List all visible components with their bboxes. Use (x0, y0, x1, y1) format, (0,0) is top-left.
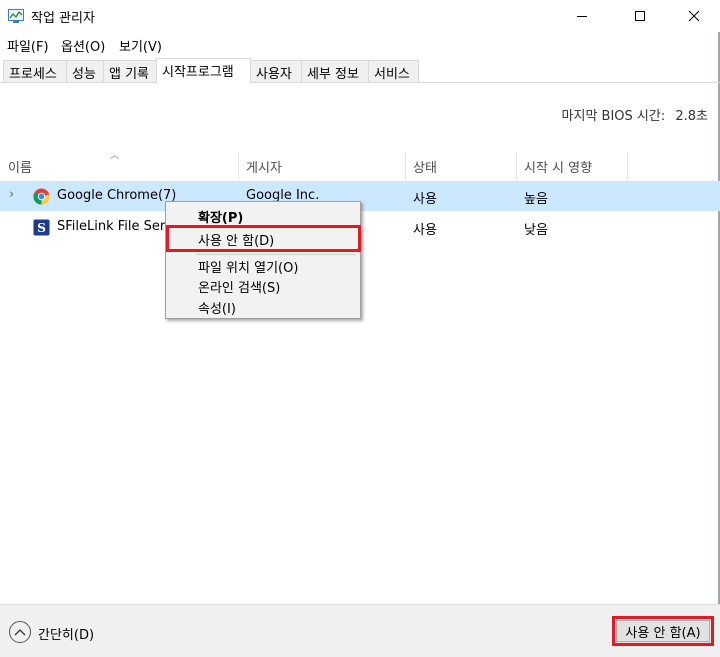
tab-app-history[interactable]: 앱 기록 (103, 60, 157, 82)
chrome-icon (33, 188, 50, 205)
column-name[interactable]: 이름 (8, 157, 32, 176)
chevron-up-icon[interactable] (9, 621, 31, 643)
window-title: 작업 관리자 (31, 11, 95, 26)
menu-options[interactable]: 옵션(O) (61, 36, 105, 55)
column-divider[interactable] (405, 152, 406, 180)
maximize-icon (635, 11, 645, 21)
menu-view[interactable]: 보기(V) (119, 36, 162, 55)
app-name: Google Chrome(7) (57, 188, 177, 203)
context-menu-expand[interactable]: 확장(P) (198, 207, 243, 226)
svg-text:S: S (37, 220, 46, 235)
context-menu-separator (196, 254, 356, 255)
context-menu: 확장(P) 사용 안 함(D) 파일 위치 열기(O) 온라인 검색(S) 속성… (165, 201, 361, 319)
minimize-icon (577, 16, 587, 17)
app-status: 사용 (413, 223, 437, 238)
app-status: 사용 (413, 192, 437, 207)
column-divider[interactable] (516, 152, 517, 180)
tab-bar: 프로세스 성능 앱 기록 시작프로그램 사용자 세부 정보 서비스 (0, 58, 720, 83)
context-menu-open-file-location[interactable]: 파일 위치 열기(O) (198, 257, 298, 276)
disable-button-highlight: 사용 안 함(A) (612, 616, 714, 646)
context-menu-search-online[interactable]: 온라인 검색(S) (198, 277, 280, 296)
fewer-details-link[interactable]: 간단히(D) (38, 624, 94, 643)
sfilelink-icon: S (33, 219, 50, 236)
tab-users[interactable]: 사용자 (250, 60, 302, 82)
tab-startup[interactable]: 시작프로그램 (156, 58, 251, 83)
sort-ascending-icon: ︿ (110, 151, 120, 161)
bios-time-value: 2.8초 (675, 109, 708, 124)
column-publisher[interactable]: 게시자 (246, 157, 282, 176)
expand-chevron-icon[interactable]: › (9, 187, 14, 202)
bios-time-label: 마지막 BIOS 시간: (561, 109, 666, 124)
task-manager-icon (8, 9, 24, 23)
title-bar: 작업 관리자 (0, 0, 720, 32)
tab-processes[interactable]: 프로세스 (3, 60, 67, 82)
bios-time: 마지막 BIOS 시간: 2.8초 (562, 105, 708, 124)
app-impact: 높음 (524, 192, 548, 207)
close-button[interactable] (671, 0, 717, 32)
column-startup-impact[interactable]: 시작 시 영향 (524, 157, 592, 176)
menu-bar: 파일(F) 옵션(O) 보기(V) (0, 34, 720, 56)
column-divider[interactable] (627, 152, 628, 180)
tab-details[interactable]: 세부 정보 (301, 60, 369, 82)
minimize-button[interactable] (559, 0, 605, 32)
tab-bar-divider (0, 82, 720, 83)
disable-button[interactable]: 사용 안 함(A) (616, 620, 710, 642)
app-name: SFileLink File Serv (57, 219, 173, 234)
maximize-button[interactable] (617, 0, 663, 32)
column-header: ︿ 이름 게시자 상태 시작 시 영향 (0, 151, 720, 180)
tab-services[interactable]: 서비스 (368, 60, 419, 82)
chevron-up-glyph (14, 629, 26, 636)
tab-performance[interactable]: 성능 (66, 60, 104, 82)
highlight-box (166, 225, 361, 252)
column-divider[interactable] (238, 152, 239, 180)
footer-bar: 간단히(D) 사용 안 함(A) (0, 605, 720, 657)
close-icon (688, 10, 700, 22)
menu-file[interactable]: 파일(F) (7, 36, 49, 55)
app-impact: 낮음 (524, 223, 548, 238)
column-status[interactable]: 상태 (413, 157, 437, 176)
context-menu-properties[interactable]: 속성(I) (198, 298, 236, 317)
